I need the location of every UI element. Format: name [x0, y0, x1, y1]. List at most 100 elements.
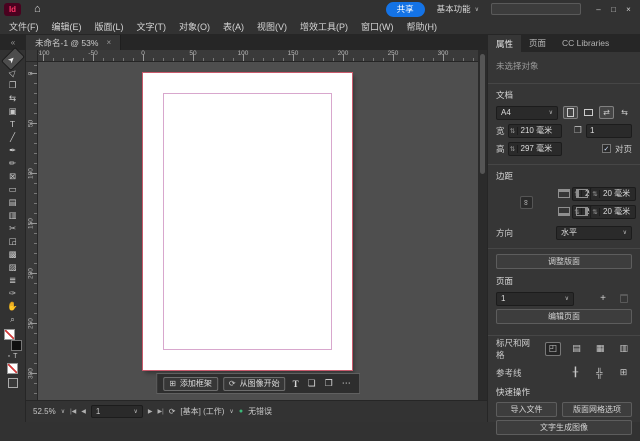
- eyedropper-tool[interactable]: ✑: [3, 287, 23, 300]
- page-number-select[interactable]: 1 ∨: [90, 405, 143, 418]
- vertical-grid-tool[interactable]: ▥: [3, 209, 23, 222]
- height-field[interactable]: ⇅ 297 毫米: [507, 141, 562, 156]
- rectangle-tool[interactable]: ▭: [3, 183, 23, 196]
- formatting-container-icon[interactable]: ▫: [8, 353, 10, 360]
- new-page-icon[interactable]: ❏: [306, 378, 318, 389]
- facing-pages-checkbox[interactable]: ✓: [601, 144, 611, 153]
- next-page-button[interactable]: ▶: [148, 408, 153, 415]
- pasteboard[interactable]: ⊞ 添加框架 ⟳ 从图像开始 T ❏ ❐ ⋯: [38, 62, 478, 400]
- margin-inside-field[interactable]: ⇅ 20 毫米: [590, 186, 636, 201]
- zoom-level-select[interactable]: 52.5%: [33, 407, 56, 416]
- orientation-portrait-icon[interactable]: [563, 106, 578, 119]
- menu-plugins[interactable]: 增效工具(P): [300, 20, 348, 33]
- zoom-tool[interactable]: ⌕: [3, 313, 23, 326]
- menu-help[interactable]: 帮助(H): [407, 20, 438, 33]
- stroke-swatch[interactable]: [10, 340, 22, 351]
- menu-object[interactable]: 对象(O): [179, 20, 210, 33]
- document-tab[interactable]: 未命名-1 @ 53% ×: [26, 35, 122, 50]
- menu-view[interactable]: 视图(V): [257, 20, 287, 33]
- content-collector-tool[interactable]: ▣: [3, 105, 23, 118]
- fill-stroke-swatches[interactable]: [3, 329, 23, 351]
- workspace-switcher[interactable]: 基本功能 ∨: [437, 3, 479, 15]
- menu-window[interactable]: 窗口(W): [361, 20, 394, 33]
- binding-rtl-icon[interactable]: ⇆: [617, 106, 632, 119]
- binding-ltr-icon[interactable]: ⇄: [599, 106, 614, 119]
- preflight-profile[interactable]: [基本] (工作): [180, 406, 224, 417]
- add-frame-button[interactable]: ⊞ 添加框架: [163, 376, 218, 391]
- more-options-icon[interactable]: ⋯: [340, 378, 353, 389]
- last-page-button[interactable]: ▶|: [158, 408, 164, 415]
- import-file-button[interactable]: 导入文件: [496, 402, 558, 417]
- stepper-icon[interactable]: ⇅: [509, 144, 518, 153]
- margin-outside-field[interactable]: ⇅ 20 毫米: [590, 204, 636, 219]
- gap-tool[interactable]: ⇆: [3, 92, 23, 105]
- rectangle-frame-tool[interactable]: ⊠: [3, 170, 23, 183]
- pencil-tool[interactable]: ✏: [3, 157, 23, 170]
- apply-none-swatch[interactable]: [7, 363, 18, 374]
- first-page-button[interactable]: |◀: [70, 408, 76, 415]
- close-button[interactable]: ×: [621, 5, 636, 14]
- gradient-swatch-tool[interactable]: ▩: [3, 248, 23, 261]
- layout-grid-icon[interactable]: ▥: [615, 342, 632, 356]
- horizontal-grid-tool[interactable]: ▤: [3, 196, 23, 209]
- menu-edit[interactable]: 编辑(E): [52, 20, 82, 33]
- smart-guides-icon[interactable]: ╬: [591, 366, 608, 380]
- close-tab-icon[interactable]: ×: [106, 38, 111, 47]
- text-to-image-button[interactable]: 文字生成图像: [496, 420, 632, 435]
- start-with-image-button[interactable]: ⟳ 从图像开始: [222, 376, 286, 391]
- free-transform-tool[interactable]: ◲: [3, 235, 23, 248]
- fill-swatch-none[interactable]: [3, 329, 15, 340]
- vertical-ruler[interactable]: 0 50 100 150 200 250 300: [26, 62, 38, 400]
- edit-pages-button[interactable]: 编辑页面: [496, 309, 632, 324]
- tab-properties[interactable]: 属性: [488, 35, 522, 52]
- search-input[interactable]: [491, 3, 581, 15]
- horizontal-ruler[interactable]: -100 -50 0 50 100 150 200 250 300: [38, 50, 478, 62]
- type-tool[interactable]: T: [3, 118, 23, 131]
- scrollbar-thumb[interactable]: [480, 54, 485, 174]
- formatting-affects-toggle[interactable]: ▫ T: [8, 353, 18, 360]
- maximize-button[interactable]: □: [606, 5, 621, 14]
- pen-tool[interactable]: ✒: [3, 144, 23, 157]
- vertical-scrollbar[interactable]: [478, 50, 487, 400]
- width-field[interactable]: ⇅ 210 毫米: [507, 123, 562, 138]
- adjust-layout-button[interactable]: 调整版面: [496, 254, 632, 269]
- menu-layout[interactable]: 版面(L): [95, 20, 124, 33]
- document-page[interactable]: [142, 72, 353, 371]
- tab-cc-libraries[interactable]: CC Libraries: [554, 34, 617, 52]
- export-page-icon[interactable]: ❐: [323, 378, 335, 389]
- menu-file[interactable]: 文件(F): [9, 20, 39, 33]
- share-button[interactable]: 共享: [385, 1, 425, 17]
- minimize-button[interactable]: –: [591, 5, 606, 14]
- pages-count-field[interactable]: 1: [586, 123, 632, 138]
- layout-grid-options-button[interactable]: 版面网格选项: [562, 402, 632, 417]
- formatting-text-icon[interactable]: T: [13, 353, 17, 360]
- previous-page-button[interactable]: ◀: [81, 408, 86, 415]
- show-guides-icon[interactable]: ╂: [567, 366, 584, 380]
- hand-tool[interactable]: ✋: [3, 300, 23, 313]
- screen-mode-icon[interactable]: [7, 378, 18, 388]
- menu-type[interactable]: 文字(T): [137, 20, 167, 33]
- note-tool[interactable]: ≣: [3, 274, 23, 287]
- refresh-icon[interactable]: ⟳: [169, 407, 176, 416]
- add-text-icon[interactable]: T: [291, 379, 301, 389]
- menu-table[interactable]: 表(A): [223, 20, 244, 33]
- stepper-icon[interactable]: ⇅: [591, 207, 600, 216]
- stepper-icon[interactable]: ⇅: [509, 126, 518, 135]
- document-grid-icon[interactable]: ▦: [592, 342, 609, 356]
- show-rulers-icon[interactable]: ◰: [544, 341, 562, 356]
- current-page-select[interactable]: 1 ∨: [496, 291, 574, 306]
- delete-page-icon[interactable]: [620, 294, 628, 303]
- ruler-origin-corner[interactable]: [26, 50, 38, 62]
- link-margins-icon[interactable]: ∞: [519, 196, 533, 209]
- baseline-grid-icon[interactable]: ▤: [568, 342, 585, 356]
- home-icon[interactable]: ⌂: [34, 3, 41, 15]
- scissors-tool[interactable]: ✂: [3, 222, 23, 235]
- direction-select[interactable]: 水平 ∨: [556, 225, 632, 240]
- gradient-feather-tool[interactable]: ▨: [3, 261, 23, 274]
- page-size-select[interactable]: A4 ∨: [496, 105, 558, 120]
- orientation-landscape-icon[interactable]: [581, 106, 596, 119]
- add-page-icon[interactable]: +: [596, 293, 610, 304]
- line-tool[interactable]: ╱: [3, 131, 23, 144]
- tab-pages[interactable]: 页面: [521, 34, 554, 52]
- lock-guides-icon[interactable]: ⊞: [615, 366, 632, 380]
